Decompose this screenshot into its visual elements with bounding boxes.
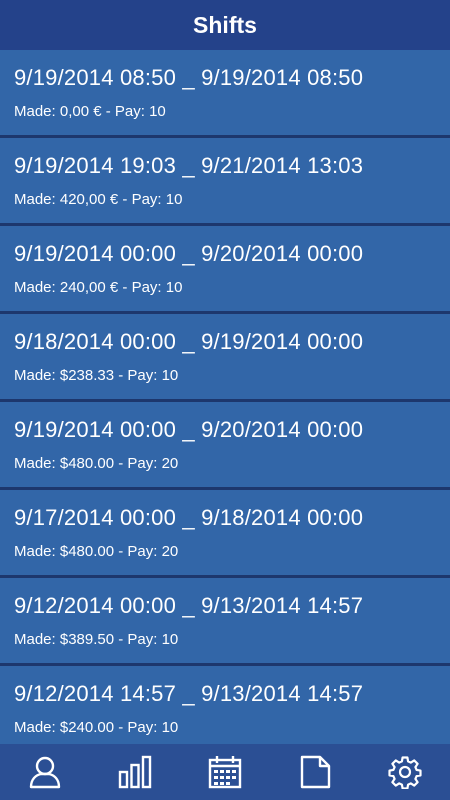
app-header: Shifts bbox=[0, 0, 450, 50]
shift-list-item[interactable]: 9/19/2014 00:00 _ 9/20/2014 00:00 Made: … bbox=[0, 226, 450, 311]
shift-date-range: 9/12/2014 14:57 _ 9/13/2014 14:57 bbox=[14, 681, 364, 706]
shift-date-range: 9/19/2014 00:00 _ 9/20/2014 00:00 bbox=[14, 417, 364, 442]
document-icon bbox=[300, 755, 331, 789]
bottom-tab-bar bbox=[0, 744, 450, 800]
tab-settings[interactable] bbox=[370, 744, 440, 800]
shift-list-item[interactable]: 9/19/2014 08:50 _ 9/19/2014 08:50 Made: … bbox=[0, 50, 450, 135]
page-title: Shifts bbox=[193, 11, 257, 38]
shift-list-item[interactable]: 9/19/2014 19:03 _ 9/21/2014 13:03 Made: … bbox=[0, 138, 450, 223]
shift-date-range: 9/12/2014 00:00 _ 9/13/2014 14:57 bbox=[14, 593, 364, 618]
shift-list-item[interactable]: 9/17/2014 00:00 _ 9/18/2014 00:00 Made: … bbox=[0, 490, 450, 575]
shift-list[interactable]: 9/19/2014 08:50 _ 9/19/2014 08:50 Made: … bbox=[0, 50, 450, 744]
shift-date-range: 9/19/2014 00:00 _ 9/20/2014 00:00 bbox=[14, 241, 364, 266]
tab-statistics[interactable] bbox=[100, 744, 170, 800]
shift-summary: Made: 420,00 € - Pay: 10 bbox=[14, 191, 183, 208]
tab-profile[interactable] bbox=[10, 744, 80, 800]
calendar-icon bbox=[208, 756, 242, 789]
shift-summary: Made: 0,00 € - Pay: 10 bbox=[14, 103, 166, 120]
shift-list-item[interactable]: 9/12/2014 14:57 _ 9/13/2014 14:57 Made: … bbox=[0, 666, 450, 744]
shift-list-item[interactable]: 9/12/2014 00:00 _ 9/13/2014 14:57 Made: … bbox=[0, 578, 450, 663]
shift-date-range: 9/17/2014 00:00 _ 9/18/2014 00:00 bbox=[14, 505, 364, 530]
shift-date-range: 9/19/2014 19:03 _ 9/21/2014 13:03 bbox=[14, 153, 364, 178]
shift-summary: Made: $389.50 - Pay: 10 bbox=[14, 631, 179, 648]
shift-date-range: 9/18/2014 00:00 _ 9/19/2014 00:00 bbox=[14, 329, 364, 354]
shift-summary: Made: $238.33 - Pay: 10 bbox=[14, 367, 179, 384]
tab-calendar[interactable] bbox=[190, 744, 260, 800]
shift-list-item[interactable]: 9/18/2014 00:00 _ 9/19/2014 00:00 Made: … bbox=[0, 314, 450, 399]
shift-summary: Made: $240.00 - Pay: 10 bbox=[14, 719, 179, 736]
shift-summary: Made: $480.00 - Pay: 20 bbox=[14, 455, 179, 472]
tab-reports[interactable] bbox=[280, 744, 350, 800]
shift-summary: Made: $480.00 - Pay: 20 bbox=[14, 543, 179, 560]
shift-date-range: 9/19/2014 08:50 _ 9/19/2014 08:50 bbox=[14, 65, 364, 90]
bar-chart-icon bbox=[118, 755, 152, 789]
shift-summary: Made: 240,00 € - Pay: 10 bbox=[14, 279, 183, 296]
gear-icon bbox=[388, 756, 422, 789]
user-icon bbox=[29, 756, 61, 789]
shift-list-item[interactable]: 9/19/2014 00:00 _ 9/20/2014 00:00 Made: … bbox=[0, 402, 450, 487]
